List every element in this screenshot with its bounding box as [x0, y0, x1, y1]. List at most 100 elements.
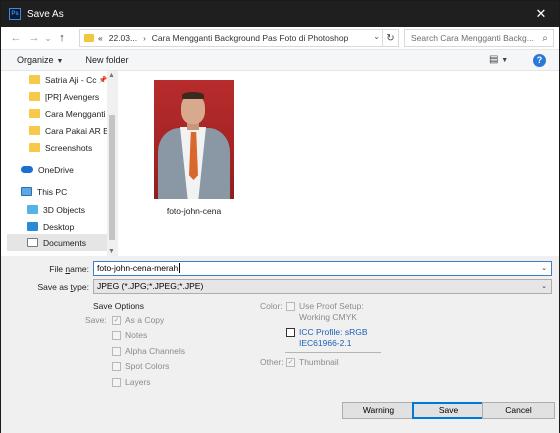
caret-down-icon: ▼ — [56, 58, 64, 65]
folder-icon — [29, 143, 40, 152]
sidebar-item-label: Cara Mengganti — [45, 108, 106, 119]
scroll-up-icon[interactable]: ▲ — [108, 72, 115, 79]
sidebar-item-satria-aji[interactable]: Satria Aji - Cc 📌 — [29, 71, 117, 88]
layers-checkbox[interactable]: Layers — [112, 377, 151, 387]
folder-icon — [29, 126, 40, 135]
pin-icon: 📌 — [98, 76, 108, 84]
file-list: foto-john-cena — [118, 71, 559, 256]
cube-icon — [27, 205, 38, 214]
save-options-title: Save Options — [93, 301, 145, 311]
title-bar: Ps Save As ✕ — [1, 1, 559, 27]
sidebar-item-onedrive[interactable]: OneDrive — [21, 161, 117, 178]
save-button[interactable]: Save — [412, 402, 485, 419]
window-title: Save As — [27, 8, 64, 20]
chevron-right-icon[interactable]: › — [143, 34, 146, 43]
sidebar-item-desktop[interactable]: Desktop — [27, 218, 117, 235]
file-name-label: File name: — [49, 264, 89, 274]
search-input[interactable]: Search Cara Mengganti Backg... — [405, 33, 537, 43]
checkbox-checked-icon: ✓ — [112, 315, 121, 325]
chevron-down-icon[interactable]: ⌄ — [373, 32, 380, 41]
pc-icon — [21, 187, 32, 196]
save-label: Save: — [85, 315, 107, 325]
chevron-down-icon[interactable]: ⌄ — [541, 280, 547, 293]
other-label: Other: — [260, 357, 284, 367]
alpha-channels-label: Alpha Channels — [125, 346, 186, 356]
sidebar-item-label: OneDrive — [38, 164, 74, 175]
use-proof-setup-checkbox[interactable]: Use Proof Setup: — [286, 301, 364, 311]
save-as-dialog: Ps Save As ✕ ← → ⌄ ↑ « 22.03... › Cara M… — [0, 0, 560, 433]
icc-profile-label: ICC Profile: sRGB — [299, 327, 368, 337]
file-name-input[interactable]: foto-john-cena-merah ⌄ — [93, 261, 552, 276]
help-icon[interactable]: ? — [533, 54, 546, 67]
sidebar-item-label: Documents — [43, 237, 86, 248]
checkbox-icon — [112, 330, 121, 340]
checkbox-checked-icon: ✓ — [286, 357, 295, 367]
breadcrumb-item[interactable]: 22.03... — [109, 33, 137, 43]
notes-checkbox[interactable]: Notes — [112, 330, 147, 340]
sidebar-item-label: Satria Aji - Cc — [45, 74, 97, 85]
as-a-copy-checkbox[interactable]: ✓ As a Copy — [112, 315, 164, 325]
chevron-down-icon[interactable]: ⌄ — [541, 262, 547, 275]
checkbox-icon — [286, 301, 295, 311]
sidebar-item-screenshots[interactable]: Screenshots — [29, 139, 117, 156]
save-as-type-select[interactable]: JPEG (*.JPG;*.JPEG;*.JPE) ⌄ — [93, 279, 552, 294]
folder-icon — [29, 109, 40, 118]
sidebar-item-label: Cara Pakai AR Er — [45, 125, 112, 136]
desktop-icon — [27, 222, 38, 231]
organize-menu[interactable]: Organize ▼ — [17, 55, 63, 65]
sidebar-scrollbar[interactable]: ▲ ▼ — [107, 71, 117, 256]
alpha-channels-checkbox[interactable]: Alpha Channels — [112, 346, 185, 356]
checkbox-icon — [286, 327, 295, 337]
spot-colors-label: Spot Colors — [125, 361, 170, 371]
checkbox-icon — [112, 346, 121, 356]
scroll-down-icon[interactable]: ▼ — [108, 248, 115, 255]
cloud-icon — [21, 166, 33, 173]
sidebar-item-documents[interactable]: Documents — [7, 234, 107, 251]
refresh-icon[interactable]: ↻ — [382, 30, 398, 46]
color-label: Color: — [260, 301, 283, 311]
navigation-pane: Satria Aji - Cc 📌 [PR] Avengers Cara Men… — [1, 71, 117, 256]
file-name-label[interactable]: foto-john-cena — [144, 206, 244, 216]
scrollbar-thumb[interactable] — [109, 115, 115, 240]
icc-profile-value: IEC61966-2.1 — [299, 338, 352, 348]
breadcrumb-overflow[interactable]: « — [98, 33, 103, 43]
file-name-value: foto-john-cena-merah — [97, 263, 179, 273]
sidebar-item-label: 3D Objects — [43, 204, 86, 215]
documents-icon — [27, 238, 38, 247]
search-box[interactable]: Search Cara Mengganti Backg... ⌕ — [404, 29, 554, 47]
recent-locations-icon[interactable]: ⌄ — [43, 29, 53, 47]
cancel-button[interactable]: Cancel — [482, 402, 555, 419]
sidebar-item-cara-mengganti[interactable]: Cara Mengganti — [29, 105, 117, 122]
close-button[interactable]: ✕ — [523, 1, 559, 27]
up-arrow-icon[interactable]: ↑ — [53, 29, 71, 47]
command-bar: Organize ▼ New folder ▤ ▼ ? — [1, 49, 559, 71]
new-folder-button[interactable]: New folder — [85, 55, 128, 65]
search-icon[interactable]: ⌕ — [537, 33, 553, 44]
warning-button[interactable]: Warning — [342, 402, 415, 419]
folder-icon — [29, 75, 40, 84]
image-thumbnail[interactable] — [154, 80, 234, 199]
checkbox-icon — [112, 377, 121, 387]
photoshop-icon: Ps — [9, 8, 21, 20]
use-proof-setup-value: Working CMYK — [299, 312, 357, 322]
icc-profile-checkbox[interactable]: ICC Profile: sRGB — [286, 327, 368, 337]
layers-label: Layers — [125, 377, 151, 387]
folder-icon — [84, 34, 94, 42]
back-arrow-icon[interactable]: ← — [7, 29, 25, 47]
folder-icon — [29, 92, 40, 101]
sidebar-item-cara-pakai[interactable]: Cara Pakai AR Er — [29, 122, 117, 139]
save-form: File name: foto-john-cena-merah ⌄ Save a… — [1, 256, 559, 433]
sidebar-item-3d-objects[interactable]: 3D Objects — [27, 201, 117, 218]
spot-colors-checkbox[interactable]: Spot Colors — [112, 361, 169, 371]
address-bar[interactable]: « 22.03... › Cara Mengganti Background P… — [79, 29, 399, 47]
organize-label: Organize — [17, 55, 54, 65]
thumbnail-checkbox[interactable]: ✓ Thumbnail — [286, 357, 339, 367]
as-a-copy-label: As a Copy — [125, 315, 165, 325]
notes-label: Notes — [125, 330, 148, 340]
view-options-icon[interactable]: ▤ ▼ — [489, 54, 508, 65]
save-as-type-value: JPEG (*.JPG;*.JPEG;*.JPE) — [97, 281, 204, 291]
breadcrumb-item[interactable]: Cara Mengganti Background Pas Foto di Ph… — [152, 33, 349, 43]
sidebar-item-this-pc[interactable]: This PC — [21, 183, 117, 200]
sidebar-item-avengers[interactable]: [PR] Avengers — [29, 88, 117, 105]
forward-arrow-icon[interactable]: → — [25, 29, 43, 47]
